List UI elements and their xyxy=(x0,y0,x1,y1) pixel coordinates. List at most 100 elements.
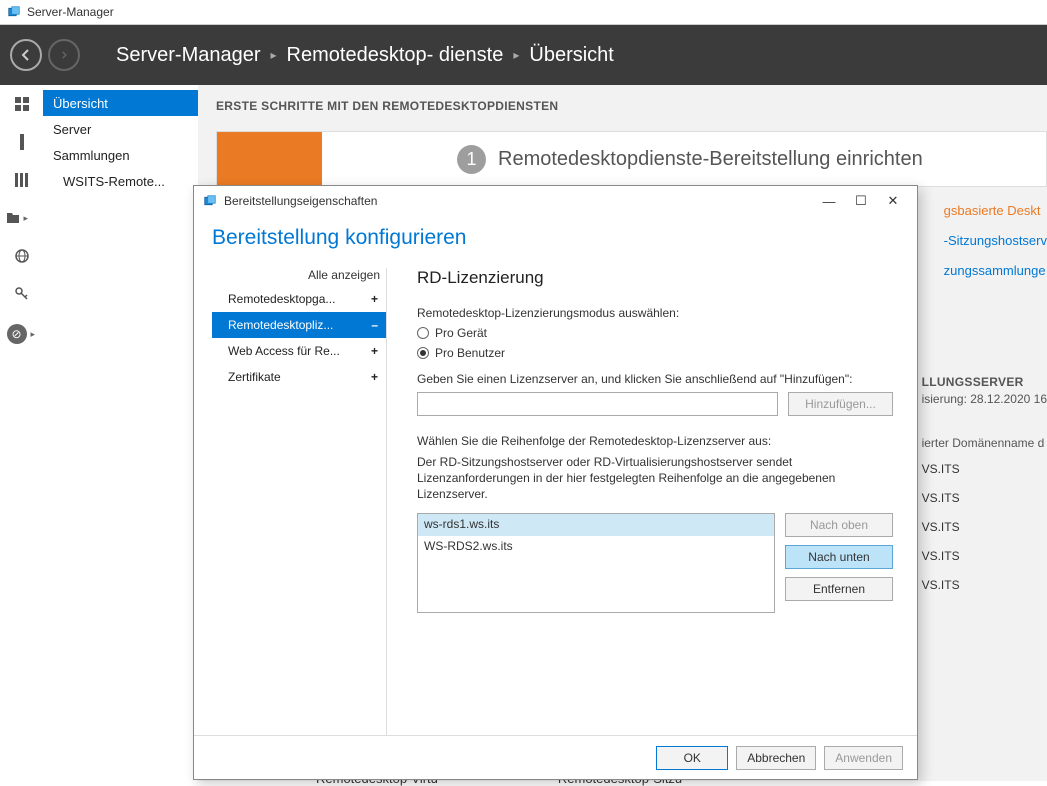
list-button-column: Nach oben Nach unten Entfernen xyxy=(785,513,893,613)
chevron-right-icon: ▸ xyxy=(271,48,277,62)
sidenav-item-wsits[interactable]: WSITS-Remote... xyxy=(43,168,198,194)
category-label: Remotedesktopliz... xyxy=(228,318,333,332)
sidenav-label: Übersicht xyxy=(53,96,108,111)
panel-value: VS.ITS xyxy=(922,520,1047,534)
dialog-heading: Bereitstellung konfigurieren xyxy=(212,226,899,250)
header-bar: Server-Manager ▸ Remotedesktop- dienste … xyxy=(0,25,1047,85)
button-label: OK xyxy=(684,751,701,765)
panel-header: LLUNGSSERVER xyxy=(922,375,1047,389)
button-label: Entfernen xyxy=(813,582,865,596)
apply-button[interactable]: Anwenden xyxy=(824,746,903,770)
side-nav: Übersicht Server Sammlungen WSITS-Remote… xyxy=(43,85,198,781)
show-all-link[interactable]: Alle anzeigen xyxy=(212,268,386,282)
back-button[interactable] xyxy=(10,39,42,71)
server-input-label: Geben Sie einen Lizenzserver an, und kli… xyxy=(417,372,893,386)
sidenav-label: Sammlungen xyxy=(53,148,130,163)
panel-value: VS.ITS xyxy=(922,462,1047,476)
server-input-row: Hinzufügen... xyxy=(417,392,893,416)
cancel-button[interactable]: Abbrechen xyxy=(736,746,816,770)
breadcrumb-item[interactable]: Übersicht xyxy=(529,44,613,67)
button-label: Anwenden xyxy=(835,751,892,765)
link-partial[interactable]: zungssammlunge xyxy=(944,256,1047,286)
category-label: Remotedesktopga... xyxy=(228,292,335,306)
button-label: Nach oben xyxy=(810,518,868,532)
close-button[interactable]: ✕ xyxy=(877,189,909,213)
list-item[interactable]: ws-rds1.ws.its xyxy=(418,514,774,536)
remote-desktop-icon[interactable]: ⊘▸ xyxy=(4,323,40,345)
breadcrumb-item[interactable]: Remotedesktop- dienste xyxy=(287,44,504,67)
category-list: Alle anzeigen Remotedesktopga... + Remot… xyxy=(212,268,387,735)
local-server-icon[interactable] xyxy=(13,133,31,151)
radio-icon xyxy=(417,327,429,339)
radio-per-user[interactable]: Pro Benutzer xyxy=(417,346,893,360)
category-label: Zertifikate xyxy=(228,370,281,384)
breadcrumb: Server-Manager ▸ Remotedesktop- dienste … xyxy=(116,44,614,67)
sidenav-item-collections[interactable]: Sammlungen xyxy=(43,142,198,168)
minimize-button[interactable]: — xyxy=(813,189,845,213)
sidenav-item-overview[interactable]: Übersicht xyxy=(43,90,198,116)
section-title: ERSTE SCHRITTE MIT DEN REMOTEDESKTOPDIEN… xyxy=(216,99,1047,113)
move-up-button[interactable]: Nach oben xyxy=(785,513,893,537)
chevron-right-icon: ▸ xyxy=(513,48,519,62)
license-server-listbox[interactable]: ws-rds1.ws.its WS-RDS2.ws.its xyxy=(417,513,775,613)
dialog-icon xyxy=(202,194,218,208)
panel-label: ierter Domänenname d xyxy=(922,436,1047,450)
breadcrumb-item[interactable]: Server-Manager xyxy=(116,44,261,67)
maximize-button[interactable]: ☐ xyxy=(845,189,877,213)
radio-per-device[interactable]: Pro Gerät xyxy=(417,326,893,340)
button-label: Abbrechen xyxy=(747,751,805,765)
mode-label: Remotedesktop-Lizenzierungsmodus auswähl… xyxy=(417,306,893,320)
license-server-input[interactable] xyxy=(417,392,778,416)
expand-icon: + xyxy=(371,292,378,306)
link-partial[interactable]: gsbasierte Deskt xyxy=(944,196,1047,226)
dashboard-icon[interactable] xyxy=(13,95,31,113)
licensing-panel: RD-Lizenzierung Remotedesktop-Lizenzieru… xyxy=(387,268,899,735)
dialog-titlebar: Bereitstellungseigenschaften — ☐ ✕ xyxy=(194,186,917,216)
ok-button[interactable]: OK xyxy=(656,746,728,770)
wizard-row: 1 Remotedesktopdienste-Bereitstellung ei… xyxy=(216,131,1047,187)
panel-value: VS.ITS xyxy=(922,549,1047,563)
panel-value: VS.ITS xyxy=(922,578,1047,592)
order-description: Der RD-Sitzungshostserver oder RD-Virtua… xyxy=(417,454,893,503)
server-list-area: ws-rds1.ws.its WS-RDS2.ws.its Nach oben … xyxy=(417,513,893,613)
all-servers-icon[interactable] xyxy=(13,171,31,189)
button-label: Nach unten xyxy=(808,550,869,564)
sidenav-label: WSITS-Remote... xyxy=(63,174,165,189)
section-heading: RD-Lizenzierung xyxy=(417,268,893,288)
link-partial[interactable]: -Sitzungshostserv xyxy=(944,226,1047,256)
partial-panel: LLUNGSSERVER isierung: 28.12.2020 16 ier… xyxy=(922,375,1047,607)
app-title: Server-Manager xyxy=(27,5,114,19)
file-services-icon[interactable]: ▸ xyxy=(6,209,38,227)
app-icon xyxy=(6,5,22,19)
category-gateway[interactable]: Remotedesktopga... + xyxy=(212,286,386,312)
wizard-accent-block xyxy=(217,132,322,186)
panel-value: VS.ITS xyxy=(922,491,1047,505)
deployment-properties-dialog: Bereitstellungseigenschaften — ☐ ✕ Berei… xyxy=(193,185,918,780)
forward-button[interactable] xyxy=(48,39,80,71)
dialog-columns: Alle anzeigen Remotedesktopga... + Remot… xyxy=(212,268,899,735)
add-button[interactable]: Hinzufügen... xyxy=(788,392,893,416)
category-webaccess[interactable]: Web Access für Re... + xyxy=(212,338,386,364)
iis-icon[interactable] xyxy=(13,247,31,265)
sidenav-item-servers[interactable]: Server xyxy=(43,116,198,142)
radio-icon xyxy=(417,347,429,359)
category-certificates[interactable]: Zertifikate + xyxy=(212,364,386,390)
order-label: Wählen Sie die Reihenfolge der Remotedes… xyxy=(417,434,893,448)
expand-icon: + xyxy=(371,370,378,384)
partial-links: gsbasierte Deskt -Sitzungshostserv zungs… xyxy=(944,196,1047,286)
key-icon[interactable] xyxy=(13,285,31,303)
remove-button[interactable]: Entfernen xyxy=(785,577,893,601)
step-number-badge: 1 xyxy=(457,145,486,174)
dialog-body: Bereitstellung konfigurieren Alle anzeig… xyxy=(194,216,917,735)
list-item[interactable]: WS-RDS2.ws.its xyxy=(418,536,774,558)
move-down-button[interactable]: Nach unten xyxy=(785,545,893,569)
icon-strip: ▸ ⊘▸ xyxy=(0,85,43,781)
radio-label: Pro Gerät xyxy=(435,326,487,340)
sidenav-label: Server xyxy=(53,122,91,137)
collapse-icon: – xyxy=(371,318,378,332)
expand-icon: + xyxy=(371,344,378,358)
category-licensing[interactable]: Remotedesktopliz... – xyxy=(212,312,386,338)
dialog-footer: OK Abbrechen Anwenden xyxy=(194,735,917,779)
category-label: Web Access für Re... xyxy=(228,344,340,358)
wizard-heading: Remotedesktopdienste-Bereitstellung einr… xyxy=(498,148,923,171)
